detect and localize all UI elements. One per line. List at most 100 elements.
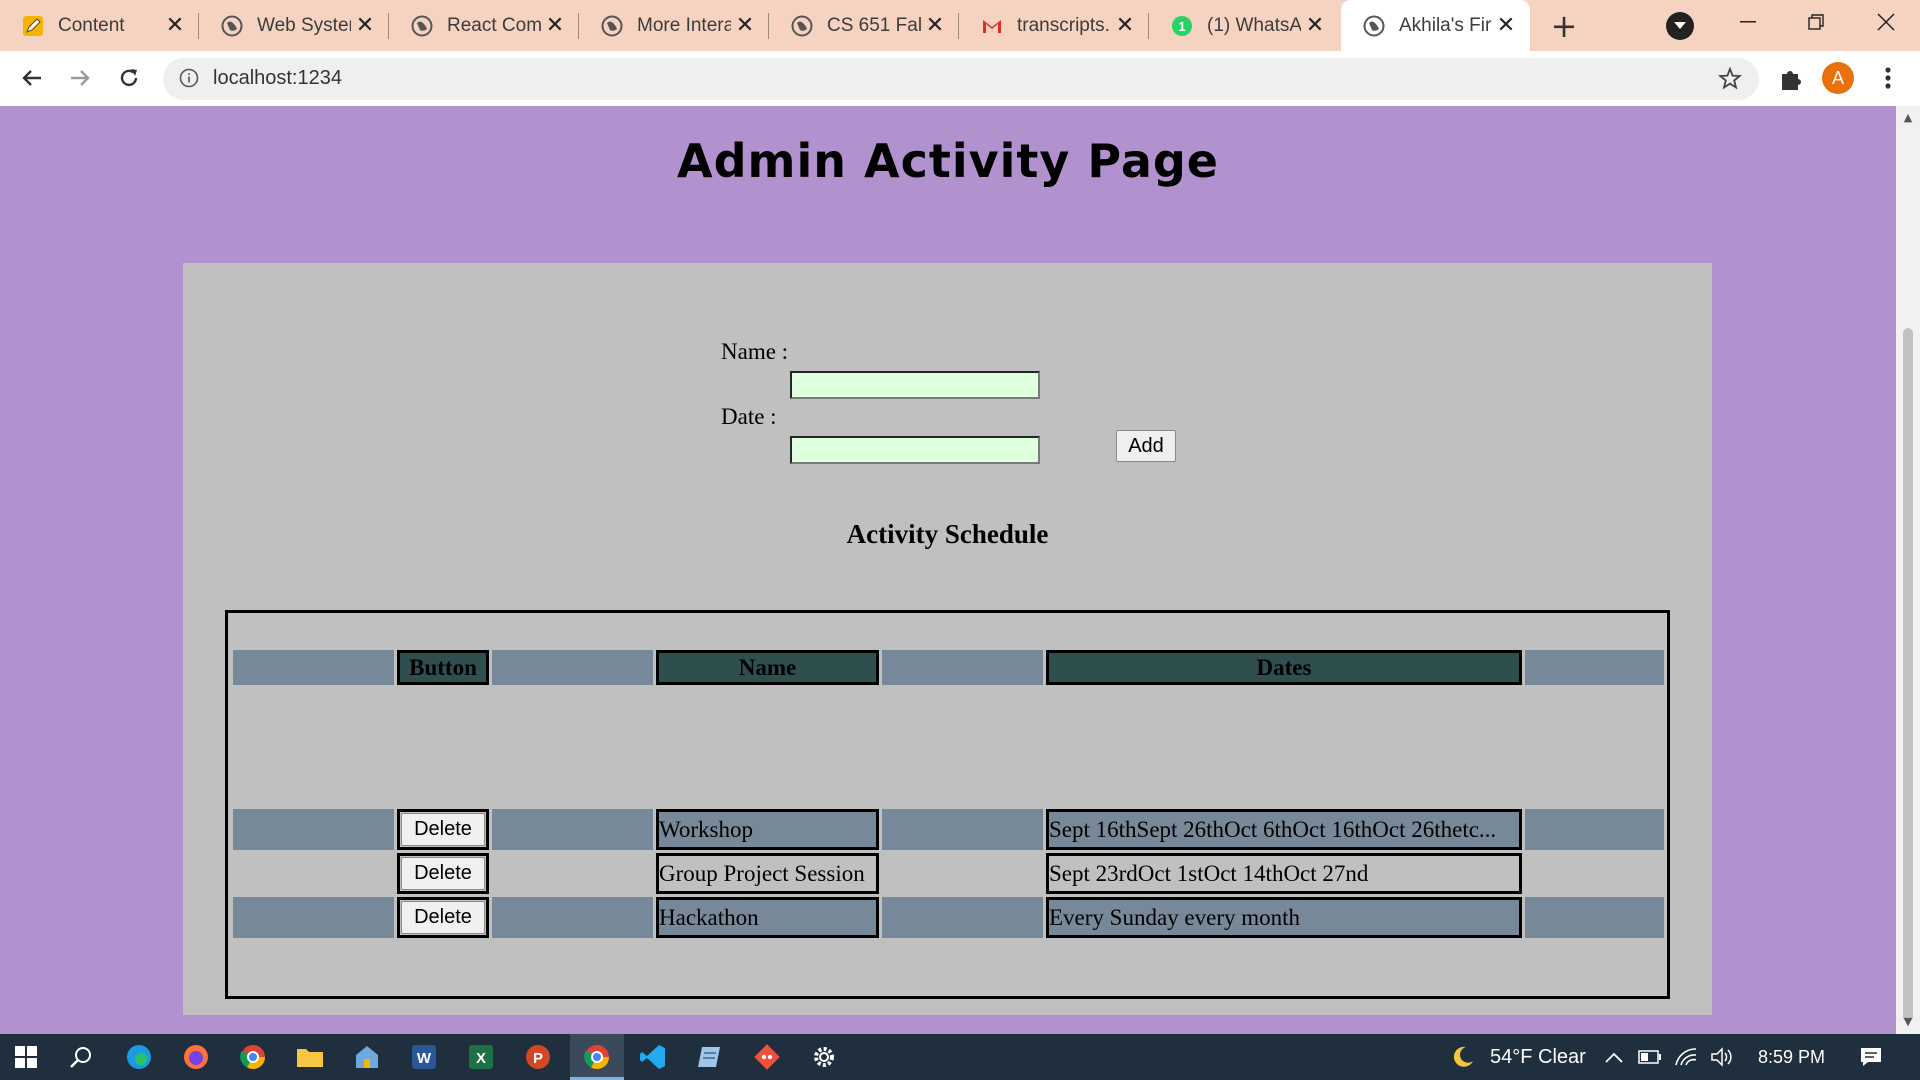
windows-start-icon[interactable]: [10, 1041, 42, 1073]
tab-transcripts[interactable]: transcripts.p ✕: [959, 0, 1149, 51]
tab-content[interactable]: Content ✕: [0, 0, 199, 51]
address-bar[interactable]: localhost:1234: [163, 58, 1759, 100]
more-menu-icon[interactable]: [1876, 63, 1900, 93]
activity-dates-cell: Every Sunday every month: [1046, 897, 1522, 938]
volume-icon[interactable]: [1708, 1041, 1736, 1073]
forward-button[interactable]: [61, 59, 99, 97]
weather-text[interactable]: 54°F Clear: [1490, 1046, 1586, 1069]
tab-react-comp[interactable]: React Comp ✕: [389, 0, 579, 51]
git-icon[interactable]: [751, 1041, 783, 1073]
close-window-button[interactable]: [1856, 0, 1916, 44]
table-filler: [492, 897, 653, 938]
settings-gear-icon[interactable]: [808, 1041, 840, 1073]
vertical-scrollbar[interactable]: ▲ ▼: [1896, 106, 1920, 1034]
name-input[interactable]: [790, 371, 1040, 399]
tab-label: Web System: [257, 14, 351, 36]
scrollbar-thumb[interactable]: [1903, 328, 1913, 1022]
activity-name-cell: Hackathon: [656, 897, 879, 938]
notification-icon[interactable]: [1855, 1041, 1887, 1073]
delete-cell: Delete: [397, 809, 489, 850]
bookmark-star-icon[interactable]: [1717, 66, 1743, 92]
page-title: Admin Activity Page: [676, 134, 1219, 188]
clock-time[interactable]: 8:59 PM: [1758, 1047, 1825, 1068]
restore-button[interactable]: [1786, 0, 1846, 44]
back-button[interactable]: [13, 59, 51, 97]
word-icon[interactable]: W: [408, 1041, 440, 1073]
close-icon[interactable]: ✕: [921, 12, 949, 40]
new-tab-button[interactable]: +: [1546, 7, 1582, 45]
chrome-icon[interactable]: [237, 1041, 269, 1073]
store-icon[interactable]: [351, 1041, 383, 1073]
moon-weather-icon[interactable]: [1446, 1041, 1478, 1073]
chrome-active-icon[interactable]: [581, 1041, 613, 1073]
table-filler: [1525, 853, 1664, 894]
close-icon[interactable]: ✕: [541, 12, 569, 40]
tab-akhila-first[interactable]: Akhila's Firs ✕: [1341, 0, 1530, 51]
excel-icon[interactable]: X: [465, 1041, 497, 1073]
admin-panel: Name : Date : Add Activity Schedule Butt…: [183, 263, 1712, 1015]
tab-search-button[interactable]: [1666, 12, 1694, 40]
tab-cs651[interactable]: CS 651 Fall ✕: [769, 0, 959, 51]
globe-icon: [411, 15, 433, 37]
table-filler: [233, 809, 394, 850]
tab-more-intera[interactable]: More Intera ✕: [579, 0, 769, 51]
add-button[interactable]: Add: [1116, 430, 1176, 462]
close-icon[interactable]: ✕: [1492, 12, 1520, 40]
activity-name-cell: Group Project Session: [656, 853, 879, 894]
activity-name-cell: Workshop: [656, 809, 879, 850]
table-row: Delete Hackathon Every Sunday every mont…: [233, 897, 1664, 938]
close-icon[interactable]: ✕: [1301, 12, 1329, 40]
notepad-icon[interactable]: [694, 1041, 726, 1073]
extensions-puzzle-icon[interactable]: [1776, 64, 1806, 94]
gmail-icon: [981, 15, 1003, 37]
table-filler: [492, 853, 653, 894]
vscode-icon[interactable]: [637, 1041, 669, 1073]
firefox-icon[interactable]: [180, 1041, 212, 1073]
edge-icon[interactable]: [123, 1041, 155, 1073]
search-icon[interactable]: [65, 1041, 97, 1073]
date-input[interactable]: [790, 436, 1040, 464]
globe-icon: [791, 15, 813, 37]
powerpoint-icon[interactable]: P: [522, 1041, 554, 1073]
table-header-row: Button Name Dates: [233, 650, 1664, 685]
close-icon[interactable]: ✕: [351, 12, 379, 40]
back-arrow-icon: [22, 70, 41, 86]
tab-whatsapp[interactable]: 1 (1) WhatsAp ✕: [1149, 0, 1339, 51]
globe-icon: [1363, 15, 1385, 37]
minimize-button[interactable]: [1718, 0, 1778, 44]
url-text[interactable]: localhost:1234: [213, 67, 342, 90]
close-icon[interactable]: ✕: [731, 12, 759, 40]
wifi-icon[interactable]: [1672, 1041, 1700, 1073]
table-filler: [492, 809, 653, 850]
delete-button[interactable]: Delete: [401, 813, 485, 846]
scroll-down-arrow-icon[interactable]: ▼: [1902, 1016, 1914, 1028]
table-row: Delete Group Project Session Sept 23rdOc…: [233, 853, 1664, 894]
table-filler: [1525, 809, 1664, 850]
info-icon[interactable]: [179, 68, 199, 88]
table-filler: [233, 897, 394, 938]
tab-label: More Intera: [637, 14, 731, 36]
tab-label: Akhila's Firs: [1399, 14, 1492, 36]
profile-avatar[interactable]: A: [1822, 62, 1854, 94]
delete-cell: Delete: [397, 897, 489, 938]
delete-button[interactable]: Delete: [401, 857, 485, 890]
battery-icon[interactable]: [1636, 1041, 1664, 1073]
close-icon[interactable]: ✕: [161, 12, 189, 40]
activity-schedule-heading: Activity Schedule: [846, 519, 1049, 549]
delete-button[interactable]: Delete: [401, 901, 485, 934]
edit-icon: [22, 15, 44, 37]
table-row: Delete Workshop Sept 16thSept 26thOct 6t…: [233, 809, 1664, 850]
chevron-up-icon[interactable]: [1600, 1041, 1628, 1073]
activity-dates-cell: Sept 23rdOct 1stOct 14thOct 27nd: [1046, 853, 1522, 894]
svg-text:X: X: [476, 1050, 486, 1067]
table-filler: [492, 650, 653, 685]
close-icon[interactable]: ✕: [1111, 12, 1139, 40]
tab-web-system[interactable]: Web System ✕: [199, 0, 389, 51]
scroll-up-arrow-icon[interactable]: ▲: [1902, 112, 1914, 124]
chevron-down-icon: [1674, 22, 1686, 29]
table-filler: [1525, 650, 1664, 685]
header-dates: Dates: [1046, 650, 1522, 685]
reload-button[interactable]: [110, 59, 148, 97]
table-filler: [233, 650, 394, 685]
file-explorer-icon[interactable]: [294, 1041, 326, 1073]
